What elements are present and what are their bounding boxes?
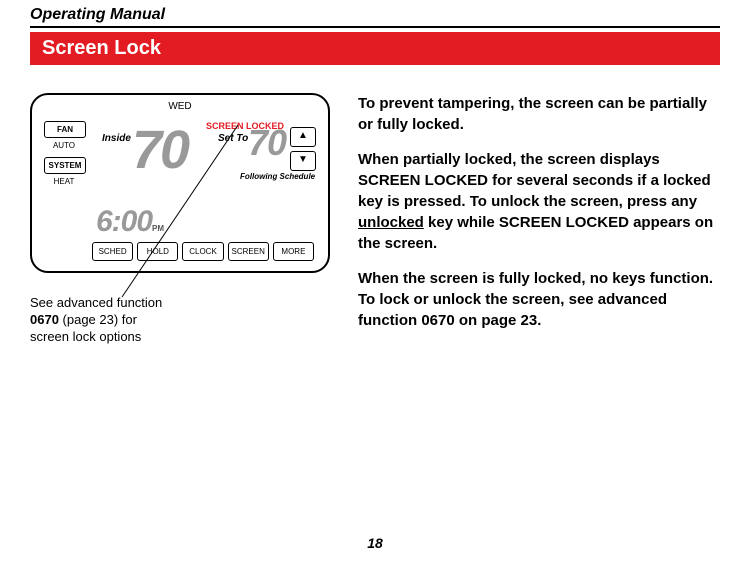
caption-code: 0670	[30, 312, 59, 327]
system-mode-label: HEAT	[44, 177, 84, 186]
thermostat-display: WED SCREEN LOCKED FAN AUTO SYSTEM HEAT I…	[30, 93, 330, 273]
body-text: To prevent tampering, the screen can be …	[358, 93, 720, 346]
p3b: 0670	[421, 312, 454, 329]
p2f: SCREEN LOCKED	[499, 214, 629, 231]
inside-temp: 70	[132, 123, 188, 177]
section-banner: Screen Lock	[30, 32, 720, 65]
set-temp: 70	[248, 125, 286, 161]
time-display: 6:00PM	[96, 205, 164, 239]
fan-button[interactable]: FAN	[44, 121, 86, 138]
time-value: 6:00	[96, 205, 152, 238]
p2a: When partially locked, the screen displa…	[358, 151, 660, 168]
ampm-label: PM	[152, 224, 164, 233]
caption-line3: screen lock options	[30, 329, 141, 344]
inside-label: Inside	[102, 133, 131, 144]
p2e: key while	[424, 214, 499, 231]
paragraph-3: When the screen is fully locked, no keys…	[358, 268, 720, 331]
sched-button[interactable]: SCHED	[92, 242, 133, 261]
more-button[interactable]: MORE	[273, 242, 314, 261]
hold-button[interactable]: HOLD	[137, 242, 178, 261]
clock-button[interactable]: CLOCK	[182, 242, 223, 261]
paragraph-2: When partially locked, the screen displa…	[358, 149, 720, 254]
paragraph-1: To prevent tampering, the screen can be …	[358, 93, 720, 135]
caption-text: See advanced function 0670 (page 23) for…	[30, 295, 330, 346]
following-schedule-label: Following Schedule	[240, 173, 315, 182]
setto-label: Set To	[218, 133, 248, 144]
p2d: unlocked	[358, 214, 424, 231]
screen-button[interactable]: SCREEN	[228, 242, 269, 261]
p2b: SCREEN LOCKED	[358, 172, 488, 189]
fan-mode-label: AUTO	[44, 141, 84, 150]
up-button[interactable]: ▲	[290, 127, 316, 147]
down-button[interactable]: ▼	[290, 151, 316, 171]
page-number: 18	[0, 535, 750, 551]
caption-line1: See advanced function	[30, 295, 162, 310]
caption-line2: (page 23) for	[59, 312, 137, 327]
manual-header: Operating Manual	[30, 0, 720, 26]
system-button[interactable]: SYSTEM	[44, 157, 86, 174]
day-label: WED	[32, 101, 328, 112]
p3c: on page 23.	[455, 312, 542, 329]
bottom-button-row: SCHED HOLD CLOCK SCREEN MORE	[92, 242, 314, 261]
divider	[30, 26, 720, 28]
